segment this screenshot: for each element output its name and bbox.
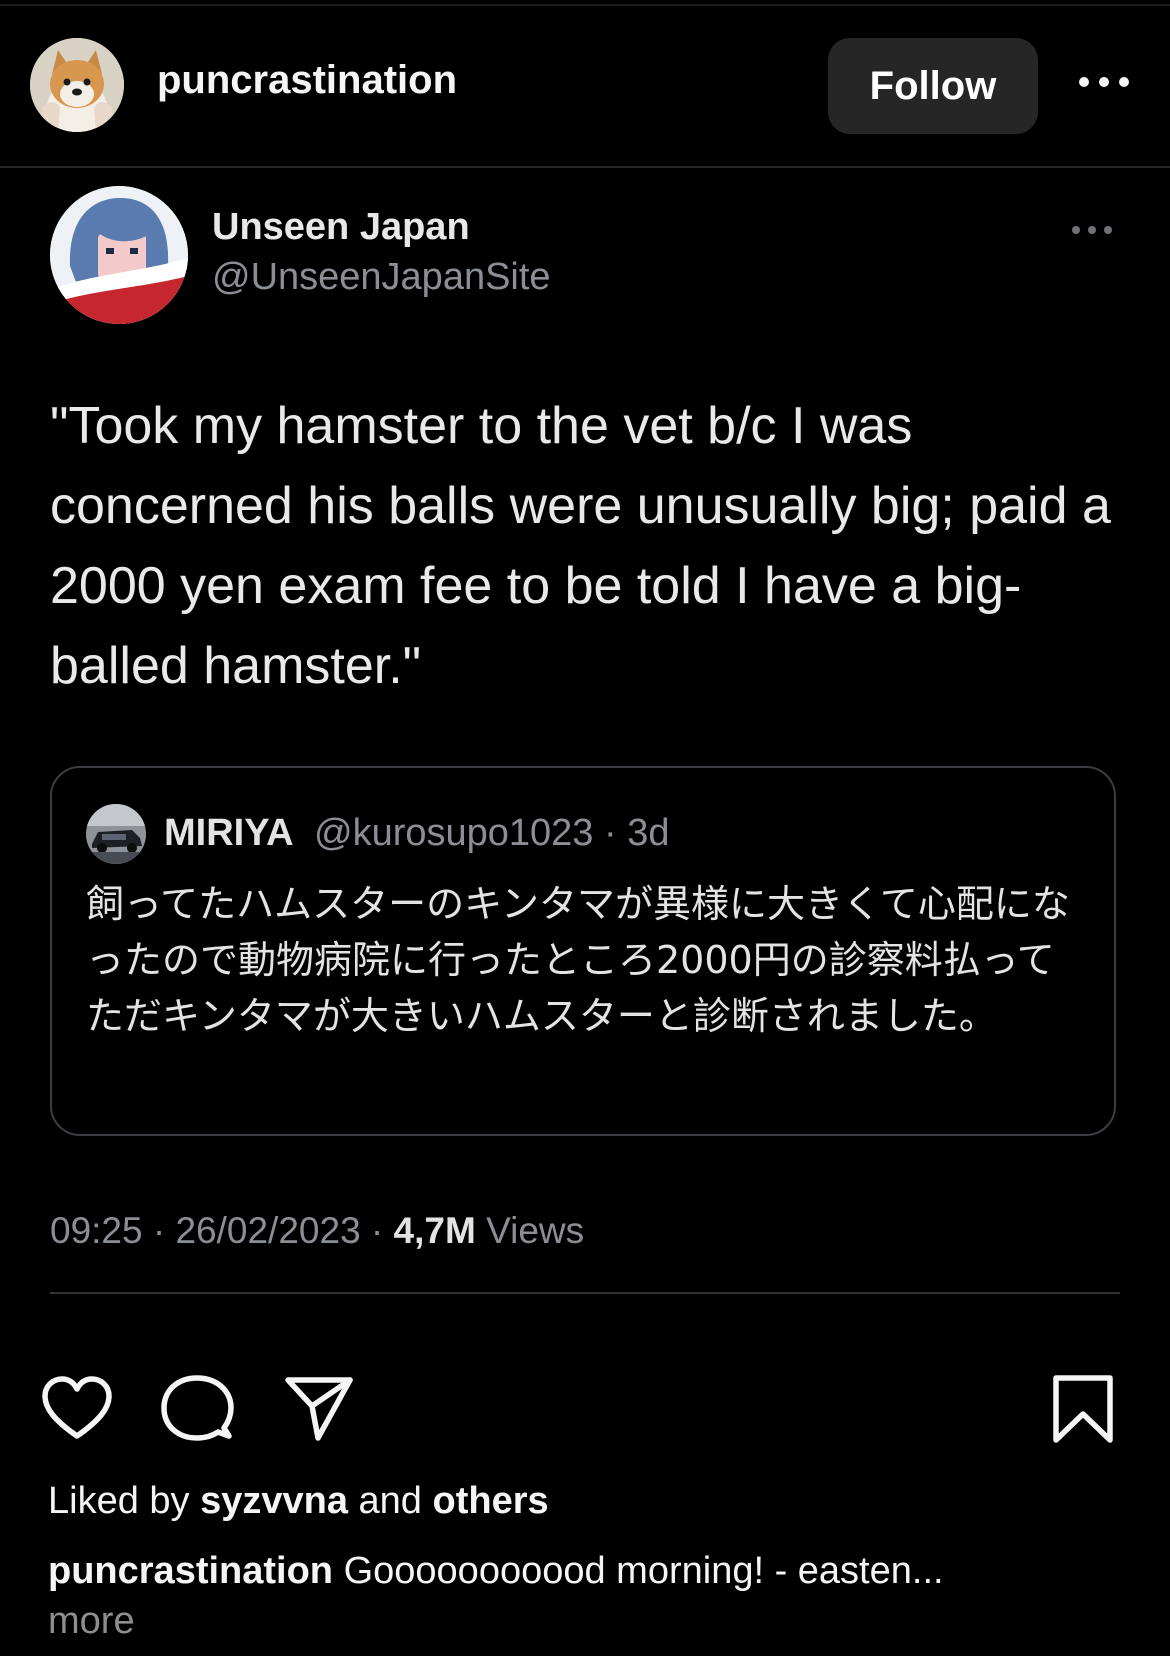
post-caption: puncrastination Gooooooooood morning! - … (48, 1550, 1138, 1593)
caption-text: Gooooooooood morning! - easten... (333, 1550, 944, 1592)
post-username[interactable]: puncrastination (157, 58, 457, 103)
liked-by-others-link[interactable]: others (433, 1480, 549, 1522)
follow-button[interactable]: Follow (828, 38, 1038, 134)
quoted-author-avatar (86, 804, 146, 864)
unseen-japan-logo-icon (50, 186, 188, 324)
tweet-author-handle: @UnseenJapanSite (212, 256, 551, 298)
quoted-author-name: MIRIYA (164, 812, 294, 854)
likes-prefix: Liked by (48, 1480, 201, 1522)
likes-middle: and (347, 1480, 433, 1522)
shiba-dog-avatar-icon (30, 38, 124, 132)
quoted-tweet: MIRIYA @kurosupo1023 · 3d 飼ってたハムスターのキンタマ… (50, 766, 1116, 1136)
likes-summary: Liked by syzvvna and others (48, 1480, 549, 1523)
profile-avatar[interactable] (30, 38, 124, 132)
caption-username[interactable]: puncrastination (48, 1550, 333, 1592)
share-icon[interactable] (282, 1372, 356, 1446)
heart-icon[interactable] (40, 1372, 114, 1446)
more-options-icon[interactable] (1078, 72, 1130, 92)
tweet-divider (50, 1292, 1120, 1294)
tweet-more-icon (1072, 226, 1112, 234)
caption-more-link[interactable]: more (48, 1600, 135, 1643)
liked-by-user-link[interactable]: syzvvna (200, 1480, 348, 1522)
tweet-text: "Took my hamster to the vet b/c I was co… (50, 397, 1111, 695)
tweet-timestamp: 09:25 · 26/02/2023 · 4,7M Views (50, 1210, 584, 1252)
car-photo-icon (86, 804, 146, 864)
quoted-tweet-text: 飼ってたハムスターのキンタマが異様に大きくて心配になったので動物病院に行ったとこ… (86, 882, 1070, 1038)
tweet-author-avatar (50, 186, 188, 324)
quoted-author-meta: @kurosupo1023 · 3d (314, 812, 670, 854)
comment-icon[interactable] (160, 1372, 234, 1446)
tweet-author-name: Unseen Japan (212, 206, 470, 248)
tweet-views-count: 4,7M (393, 1210, 476, 1251)
tweet-time: 09:25 · 26/02/2023 · (50, 1210, 394, 1251)
bookmark-icon[interactable] (1046, 1372, 1120, 1446)
post-header: puncrastination Follow (0, 0, 1170, 168)
tweet-views-label: Views (475, 1210, 585, 1251)
